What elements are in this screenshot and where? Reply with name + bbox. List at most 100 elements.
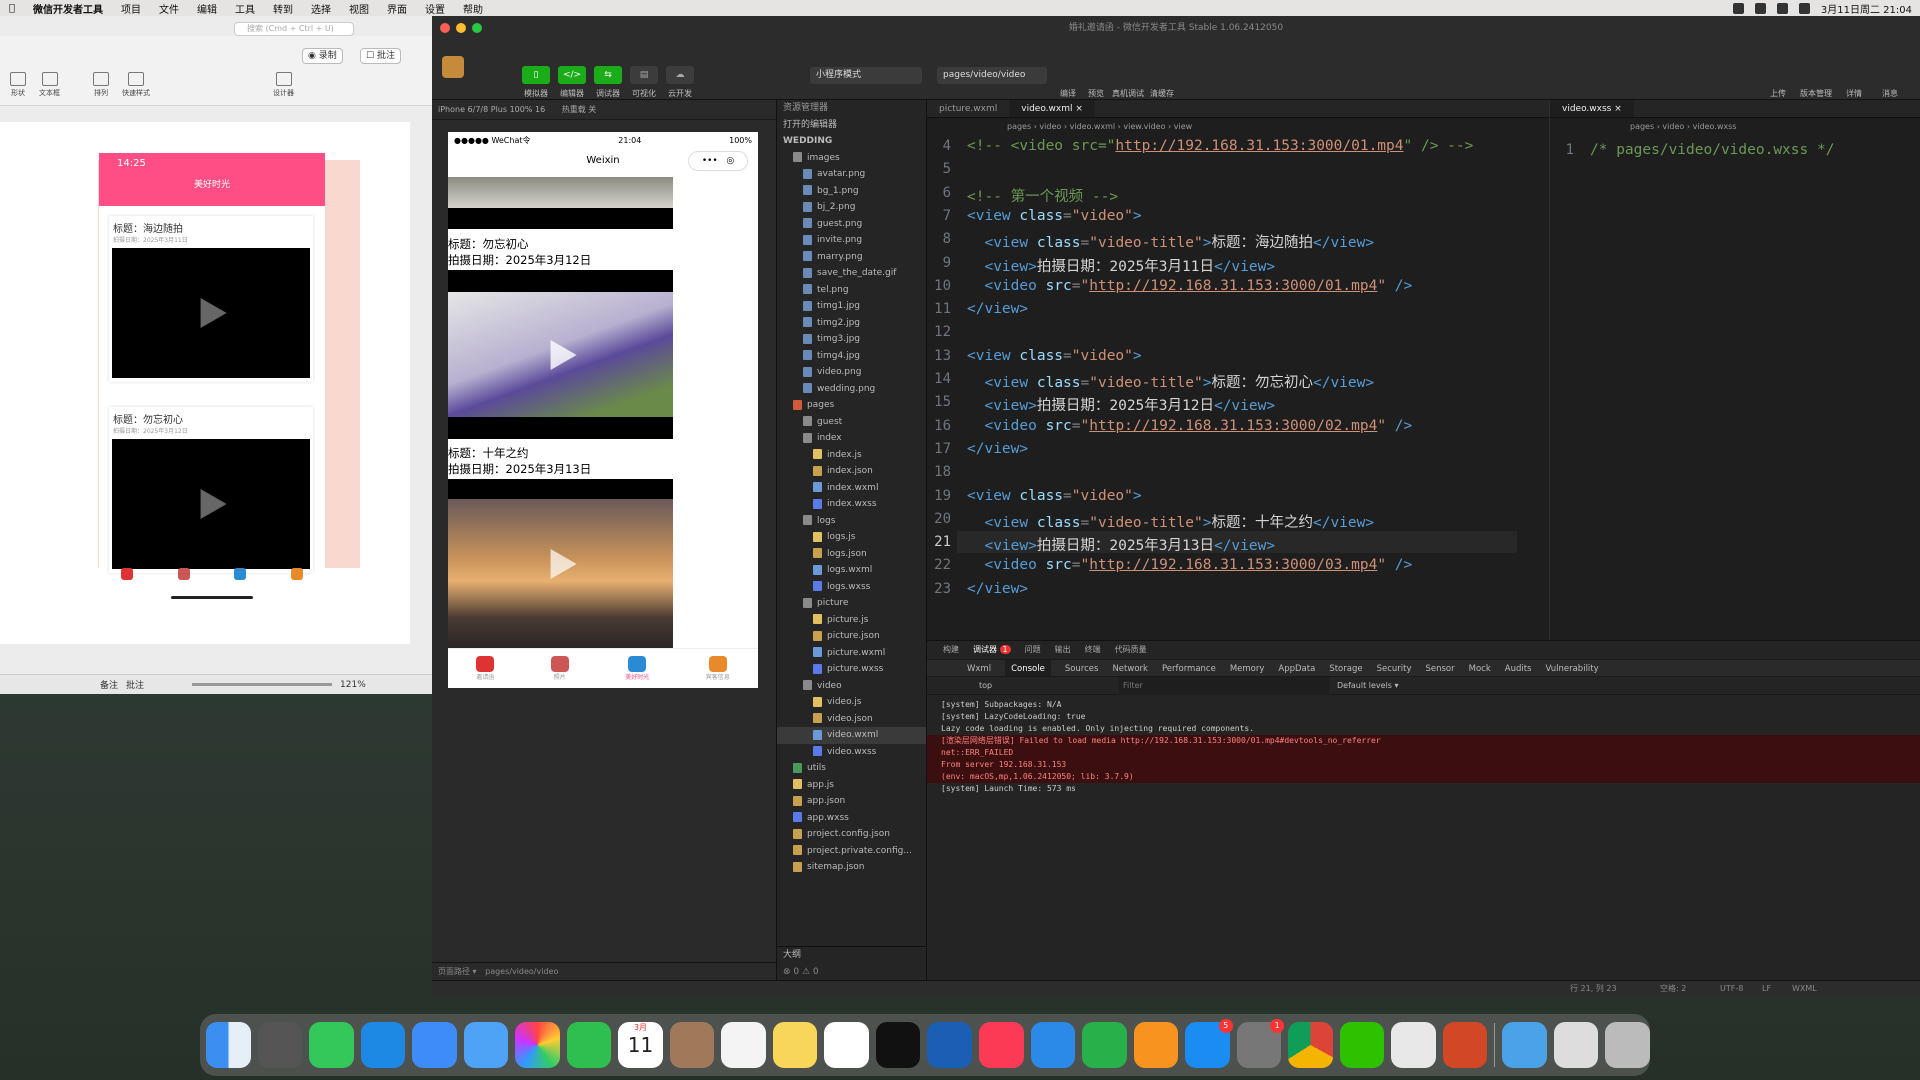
devtools-tab-console[interactable]: Console <box>1005 660 1051 676</box>
code-line[interactable]: <video src="http://192.168.31.153:3000/0… <box>967 278 1412 294</box>
devtools-tab-memory[interactable]: Memory <box>1230 660 1265 676</box>
encoding[interactable]: UTF-8 <box>1720 981 1743 997</box>
tab-picture-wxml[interactable]: picture.wxml <box>927 100 1009 117</box>
tab-build[interactable]: 构建 <box>943 641 959 659</box>
file-tree-item[interactable]: index <box>777 430 926 447</box>
code-line[interactable]: <!-- 第一个视频 --> <box>967 185 1118 206</box>
mode-select[interactable]: 小程序模式 <box>810 67 922 84</box>
devtools-tab-audits[interactable]: Audits <box>1505 660 1532 676</box>
comments-button[interactable]: 批注 <box>126 678 144 691</box>
bluetooth-icon[interactable] <box>1754 2 1766 14</box>
file-tree-item[interactable]: tel.png <box>777 282 926 299</box>
devtools-tab-mock[interactable]: Mock <box>1469 660 1491 676</box>
devtools-tab-vulnerability[interactable]: Vulnerability <box>1546 660 1599 676</box>
file-tree-item[interactable]: project.config.json <box>777 826 926 843</box>
context-select[interactable]: top <box>979 677 992 695</box>
file-tree-item[interactable]: index.wxml <box>777 480 926 497</box>
editor-toggle[interactable]: </> <box>558 66 586 84</box>
project-root[interactable]: WEDDING <box>777 133 926 150</box>
code-line[interactable]: <view>拍摄日期：2025年3月12日</view> <box>967 394 1275 415</box>
menu-help[interactable]: 帮助 <box>463 1 483 16</box>
slide-phone-mockup[interactable]: 14:25 美好时光 标题：海边随拍 拍摄日期：2025年3月11日 标题：勿忘… <box>99 153 325 603</box>
code-editor[interactable]: picture.wxml video.wxml × pages › video … <box>927 100 1549 640</box>
menu-file[interactable]: 文件 <box>159 1 179 16</box>
simulated-phone[interactable]: ●●●●● WeChat令 21:04 100% Weixin ••• ◎ 标题… <box>448 132 758 688</box>
tab-terminal[interactable]: 终端 <box>1085 641 1101 659</box>
zoom-level[interactable]: 121% <box>340 680 366 690</box>
music-icon[interactable] <box>978 1022 1024 1068</box>
powerpoint-icon[interactable] <box>1442 1022 1488 1068</box>
devtools-tab-sources[interactable]: Sources <box>1065 660 1099 676</box>
photos-icon[interactable] <box>515 1022 560 1068</box>
video-player[interactable] <box>448 270 673 439</box>
avatar[interactable] <box>442 56 464 78</box>
visual-toggle[interactable]: ▤ <box>630 66 658 84</box>
console-filter-input[interactable]: Filter <box>1119 677 1329 695</box>
shape-tool[interactable]: 形状 <box>10 72 26 98</box>
tab-photos[interactable]: 照片 <box>550 656 569 681</box>
file-tree-item[interactable]: invite.png <box>777 232 926 249</box>
file-tree-item[interactable]: timg4.jpg <box>777 348 926 365</box>
ppt-search-input[interactable]: 搜索 (Cmd + Ctrl + U) <box>234 22 354 36</box>
tab-video-wxss[interactable]: video.wxss × <box>1550 100 1634 117</box>
zoom-window-icon[interactable] <box>472 23 482 33</box>
designer-tool[interactable]: 设计器 <box>273 72 294 98</box>
chrome-icon[interactable] <box>1288 1022 1333 1068</box>
details-button[interactable]: 详情 <box>1834 88 1874 99</box>
page-path[interactable]: pages/video/video <box>485 967 558 976</box>
file-tree-item[interactable]: picture.wxss <box>777 661 926 678</box>
search-icon[interactable] <box>1798 2 1810 14</box>
hot-reload-select[interactable]: 热重载 关 <box>562 105 597 114</box>
contacts-icon[interactable] <box>669 1022 715 1068</box>
code-line[interactable]: <view class="video-title">标题：海边随拍</view> <box>967 231 1374 252</box>
reminders-icon[interactable] <box>721 1022 766 1068</box>
launchpad-icon[interactable] <box>257 1022 303 1068</box>
file-tree-item[interactable]: logs.json <box>777 546 926 563</box>
menu-goto[interactable]: 转到 <box>273 1 293 16</box>
quick-style-tool[interactable]: 快速样式 <box>122 72 150 98</box>
page-path-label[interactable]: 页面路径 ▾ <box>438 967 477 976</box>
code-line[interactable]: <view class="video"> <box>967 348 1142 364</box>
file-tree-item[interactable]: logs.js <box>777 529 926 546</box>
devtools-tab-network[interactable]: Network <box>1112 660 1148 676</box>
console-log-line[interactable]: Lazy code loading is enabled. Only injec… <box>927 723 1920 735</box>
file-tree-item[interactable]: timg2.jpg <box>777 315 926 332</box>
tab-invitation[interactable]: 邀请函 <box>476 656 494 681</box>
debugger-toggle[interactable]: ⇆ <box>594 66 622 84</box>
file-tree-item[interactable]: video.json <box>777 711 926 728</box>
file-tree-item[interactable]: video <box>777 678 926 695</box>
console-error-line[interactable]: net::ERR_FAILED <box>927 747 1920 759</box>
file-tree-item[interactable]: logs.wxml <box>777 562 926 579</box>
app-store-icon[interactable]: 5 <box>1185 1019 1233 1068</box>
mail-icon[interactable] <box>412 1022 457 1068</box>
upload-button[interactable]: 上传 <box>1758 88 1798 99</box>
tab-debugger[interactable]: 调试器 1 <box>973 641 1011 659</box>
file-tree-item[interactable]: timg3.jpg <box>777 331 926 348</box>
file-tree-item[interactable]: guest.png <box>777 216 926 233</box>
code-line[interactable]: <!-- <video src="http://192.168.31.153:3… <box>967 138 1473 154</box>
apple-icon[interactable]:  <box>9 3 15 14</box>
code-line[interactable]: </view> <box>967 581 1028 597</box>
record-button[interactable]: ◉ 录制 <box>302 48 343 64</box>
play-icon[interactable] <box>550 548 577 579</box>
device-select[interactable]: iPhone 6/7/8 Plus 100% 16 <box>438 105 545 114</box>
menu-select[interactable]: 选择 <box>311 1 331 16</box>
clear-cache-button[interactable]: 清缓存 <box>1142 88 1182 99</box>
file-tree-item[interactable]: sitemap.json <box>777 859 926 876</box>
tab-guests[interactable]: 宾客信息 <box>706 656 730 681</box>
wifi-icon[interactable] <box>1776 2 1788 14</box>
comment-button[interactable]: ☐ 批注 <box>360 48 401 64</box>
calendar-icon[interactable]: 3月 11 <box>618 1022 663 1068</box>
code-line[interactable]: <view class="video-title">标题：勿忘初心</view> <box>967 371 1374 392</box>
menu-app-name[interactable]: 微信开发者工具 <box>33 1 103 16</box>
wxss-editor[interactable]: video.wxss × pages › video › video.wxss … <box>1549 100 1920 640</box>
file-tree-item[interactable]: bj_2.png <box>777 199 926 216</box>
menu-view[interactable]: 视图 <box>349 1 369 16</box>
problems-count[interactable]: ⊗ 0 ⚠ 0 <box>777 964 927 981</box>
messages-icon[interactable] <box>309 1022 354 1068</box>
file-tree-item[interactable]: images <box>777 150 926 167</box>
console-log-line[interactable]: [system] Launch Time: 573 ms <box>927 783 1920 795</box>
file-tree-item[interactable]: picture.wxml <box>777 645 926 662</box>
numbers-icon[interactable] <box>1082 1022 1127 1068</box>
menubar-clock[interactable]: 3月11日周二 21:04 <box>1821 1 1912 16</box>
